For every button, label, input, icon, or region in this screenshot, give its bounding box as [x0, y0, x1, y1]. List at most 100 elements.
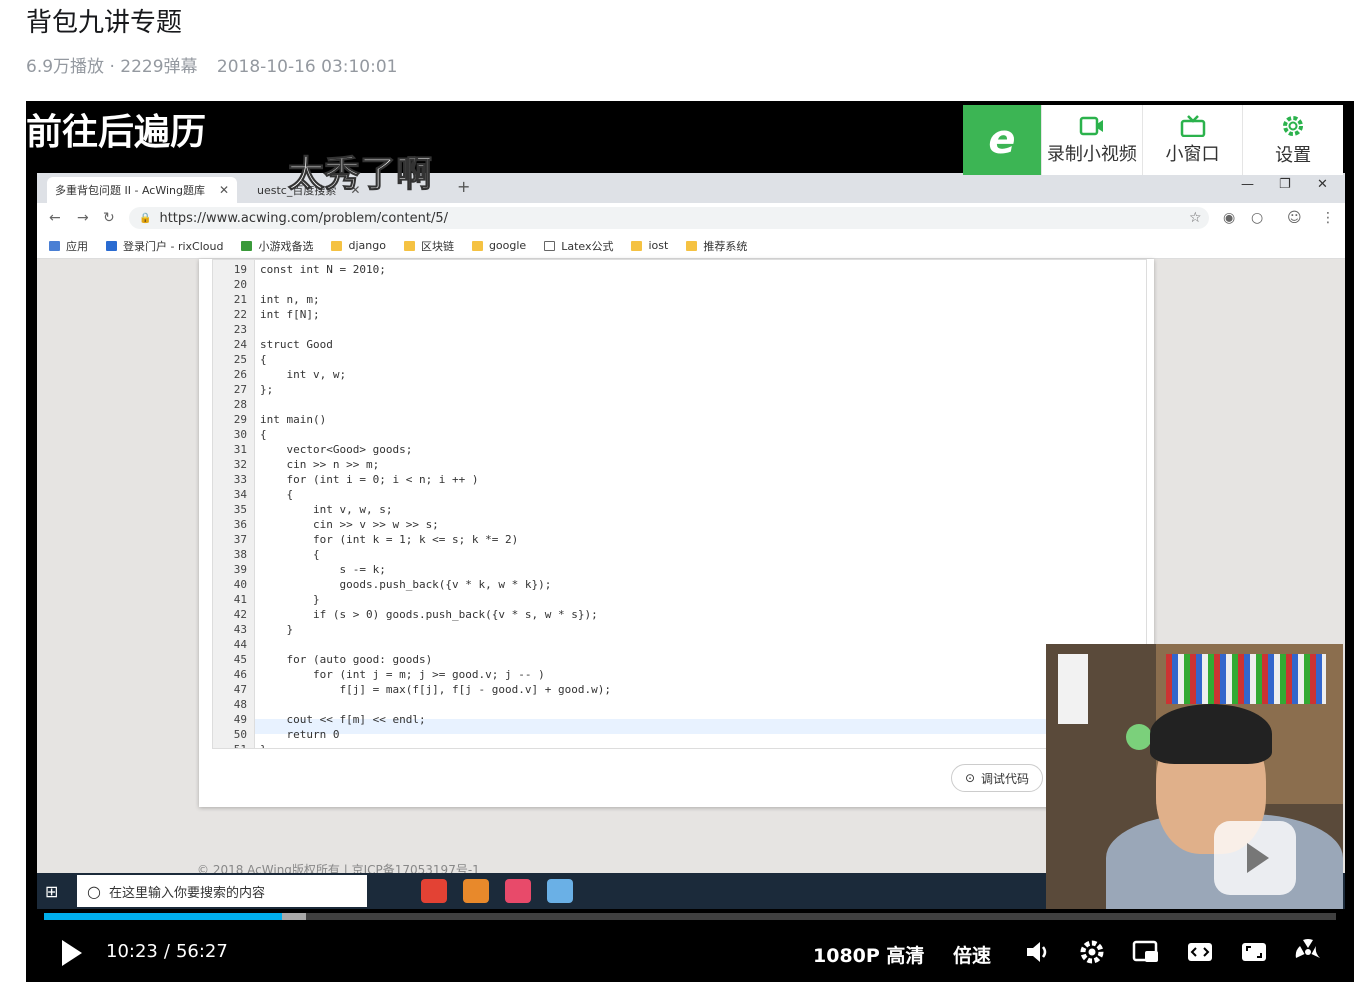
- big-play-button[interactable]: [1214, 821, 1296, 895]
- code-line: }: [260, 623, 294, 636]
- line-number: 46: [233, 668, 247, 681]
- app-icon[interactable]: [463, 879, 489, 903]
- lock-icon: 🔒: [139, 212, 152, 224]
- code-line: {: [260, 548, 320, 561]
- line-number: 19: [233, 263, 247, 276]
- code-editor[interactable]: 19 20 21 22 23 24 25 26 27 28 29 30 31 32 33 34 35 36 37 38…: [212, 259, 1147, 749]
- line-number: 37: [233, 533, 247, 546]
- video-player[interactable]: 多重背包问题 II - AcWing题库 ✕ uestc_百度搜索 ✕ + — …: [26, 101, 1354, 982]
- code-line: f[j] = max(f[j], f[j - good.v] + good.w)…: [260, 683, 611, 696]
- gear-icon: [1283, 115, 1304, 136]
- url-input[interactable]: 🔒 https://www.acwing.com/problem/content…: [129, 207, 1209, 229]
- line-number: 23: [233, 323, 247, 336]
- bookmark-latex[interactable]: Latex公式: [544, 238, 613, 254]
- bookmark-games[interactable]: 小游戏备选: [241, 238, 313, 254]
- mini-window-button[interactable]: 小窗口: [1141, 105, 1243, 175]
- app-icon[interactable]: [547, 879, 573, 903]
- star-icon[interactable]: ☆: [1189, 210, 1202, 226]
- taskbar-search-placeholder: 在这里输入你要搜索的内容: [108, 885, 265, 901]
- tab-label: 多重背包问题 II - AcWing题库: [55, 184, 205, 197]
- bookmark-iost[interactable]: iost: [631, 239, 668, 252]
- line-number: 20: [233, 278, 247, 291]
- progress-bar[interactable]: [44, 913, 1336, 920]
- towel: [1058, 654, 1088, 724]
- settings-button[interactable]: 设置: [1242, 105, 1343, 175]
- play-circle-icon: ⊙: [964, 771, 976, 785]
- menu-icon[interactable]: ⋮: [1321, 210, 1335, 226]
- window-close-icon[interactable]: ✕: [1317, 177, 1328, 192]
- code-line: cin >> v >> w >> s;: [260, 518, 439, 531]
- windows-start-icon[interactable]: ⊞: [45, 882, 58, 901]
- camera-icon[interactable]: ◉: [1223, 210, 1235, 226]
- code-line: goods.push_back({v * k, w * k});: [260, 578, 552, 591]
- player-controls: 10:23/56:27 1080P 高清 倍速: [26, 921, 1354, 982]
- code-line: const int N = 2010;: [260, 263, 386, 276]
- line-gutter: 19 20 21 22 23 24 25 26 27 28 29 30 31 32 33 34 35 36 37 38…: [213, 260, 255, 748]
- code-line: int main(): [260, 413, 327, 426]
- code-line: {: [260, 353, 267, 366]
- bookmark-rixcloud[interactable]: 登录门户 - rixCloud: [106, 238, 223, 254]
- bookmark-blockchain[interactable]: 区块链: [403, 238, 454, 254]
- current-time: 10:23: [106, 941, 158, 962]
- record-video-button[interactable]: 录制小视频: [1041, 105, 1142, 175]
- line-number: 50: [233, 728, 247, 741]
- quality-button[interactable]: 1080P 高清: [813, 941, 924, 968]
- web-fullscreen-icon[interactable]: [1240, 938, 1268, 966]
- code-line: cout << f[m] << endl;: [260, 713, 426, 726]
- video-meta: 6.9万播放 · 2229弹幕 2018-10-16 03:10:01: [26, 52, 411, 77]
- profile-icon[interactable]: ☺: [1287, 210, 1302, 226]
- code-line: return 0: [260, 728, 340, 741]
- volume-icon[interactable]: [1024, 938, 1052, 966]
- mini-player-icon[interactable]: [1132, 938, 1160, 966]
- speed-button[interactable]: 倍速: [953, 941, 991, 968]
- code-line: };: [260, 383, 274, 396]
- maximize-icon[interactable]: ❐: [1279, 177, 1291, 192]
- forward-icon[interactable]: →: [77, 210, 89, 226]
- line-number: 43: [233, 623, 247, 636]
- bookmark-recsys[interactable]: 推荐系统: [686, 238, 747, 254]
- tab-acwing[interactable]: 多重背包问题 II - AcWing题库 ✕: [47, 177, 238, 203]
- widescreen-icon[interactable]: [1186, 938, 1214, 966]
- code-line: {: [260, 488, 294, 501]
- taskbar-search-input[interactable]: ○ 在这里输入你要搜索的内容: [77, 875, 367, 907]
- fullscreen-icon[interactable]: [1294, 938, 1322, 966]
- bookmark-django[interactable]: django: [331, 239, 386, 252]
- code-line: {: [260, 428, 267, 441]
- gear-icon[interactable]: [1078, 938, 1106, 966]
- line-number: 36: [233, 518, 247, 531]
- bookmarks-bar: 应用 登录门户 - rixCloud 小游戏备选 django 区块链 goog…: [37, 233, 1345, 259]
- play-icon[interactable]: [60, 939, 84, 967]
- bookmark-google[interactable]: google: [471, 239, 526, 252]
- line-number: 48: [233, 698, 247, 711]
- publish-date: 2018-10-16 03:10:01: [216, 57, 398, 77]
- code-line: int v, w, s;: [260, 503, 393, 516]
- new-tab-button[interactable]: +: [457, 177, 470, 196]
- debug-code-label: 调试代码: [981, 771, 1030, 786]
- code-line: }: [260, 742, 267, 748]
- line-number: 51: [213, 742, 247, 748]
- time-display: 10:23/56:27: [106, 941, 234, 962]
- app-icon[interactable]: [505, 879, 531, 903]
- back-icon[interactable]: ←: [49, 210, 61, 226]
- line-number: 27: [233, 383, 247, 396]
- line-number: 25: [233, 353, 247, 366]
- line-number: 49: [233, 713, 247, 726]
- code-line: int n, m;: [260, 293, 320, 306]
- extension-icon[interactable]: ○: [1251, 210, 1263, 226]
- ie-logo-icon: e: [963, 105, 1041, 175]
- line-number: 26: [233, 368, 247, 381]
- minimize-icon[interactable]: —: [1241, 177, 1254, 192]
- close-icon[interactable]: ✕: [219, 183, 229, 197]
- line-number: 29: [233, 413, 247, 426]
- bookmark-apps[interactable]: 应用: [49, 238, 88, 254]
- chrome-app-icon[interactable]: [421, 879, 447, 903]
- debug-code-button[interactable]: ⊙ 调试代码: [951, 764, 1043, 792]
- line-number: 32: [233, 458, 247, 471]
- code-line: for (auto good: goods): [260, 653, 433, 666]
- code-line: cin >> n >> m;: [260, 458, 380, 471]
- danmaku-comment: 太秀了啊: [287, 154, 433, 196]
- line-number: 22: [233, 308, 247, 321]
- reload-icon[interactable]: ↻: [103, 210, 115, 226]
- line-number: 35: [233, 503, 247, 516]
- editor-card: 19 20 21 22 23 24 25 26 27 28 29 30 31 32 33 34 35 36 37 38…: [199, 259, 1154, 807]
